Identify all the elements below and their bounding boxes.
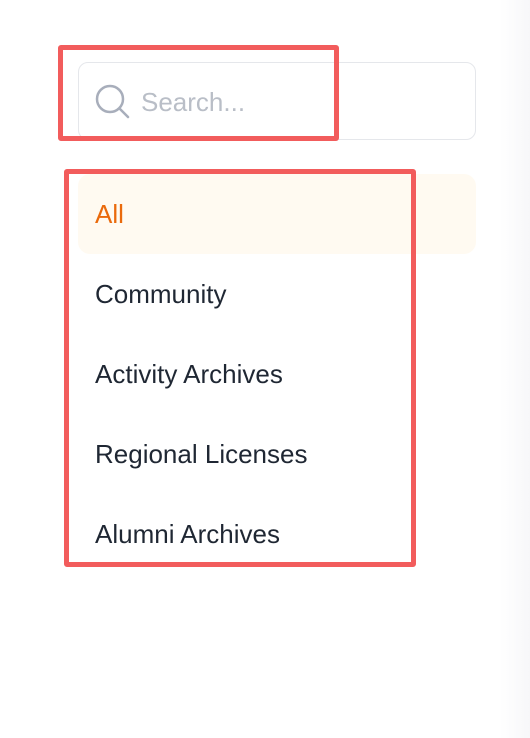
category-label: All (95, 199, 124, 229)
category-item-all[interactable]: All (78, 174, 476, 254)
category-label: Community (95, 279, 227, 309)
category-label: Activity Archives (95, 359, 283, 389)
page-edge-shade (500, 0, 530, 738)
category-label: Regional Licenses (95, 439, 308, 469)
category-item-community[interactable]: Community (78, 254, 476, 334)
category-item-alumni-archives[interactable]: Alumni Archives (78, 494, 476, 574)
search-icon (94, 83, 132, 121)
category-item-activity-archives[interactable]: Activity Archives (78, 334, 476, 414)
category-list: All Community Activity Archives Regional… (78, 174, 476, 574)
category-item-regional-licenses[interactable]: Regional Licenses (78, 414, 476, 494)
search-input[interactable] (141, 81, 461, 123)
category-label: Alumni Archives (95, 519, 280, 549)
search-box[interactable] (78, 62, 476, 140)
